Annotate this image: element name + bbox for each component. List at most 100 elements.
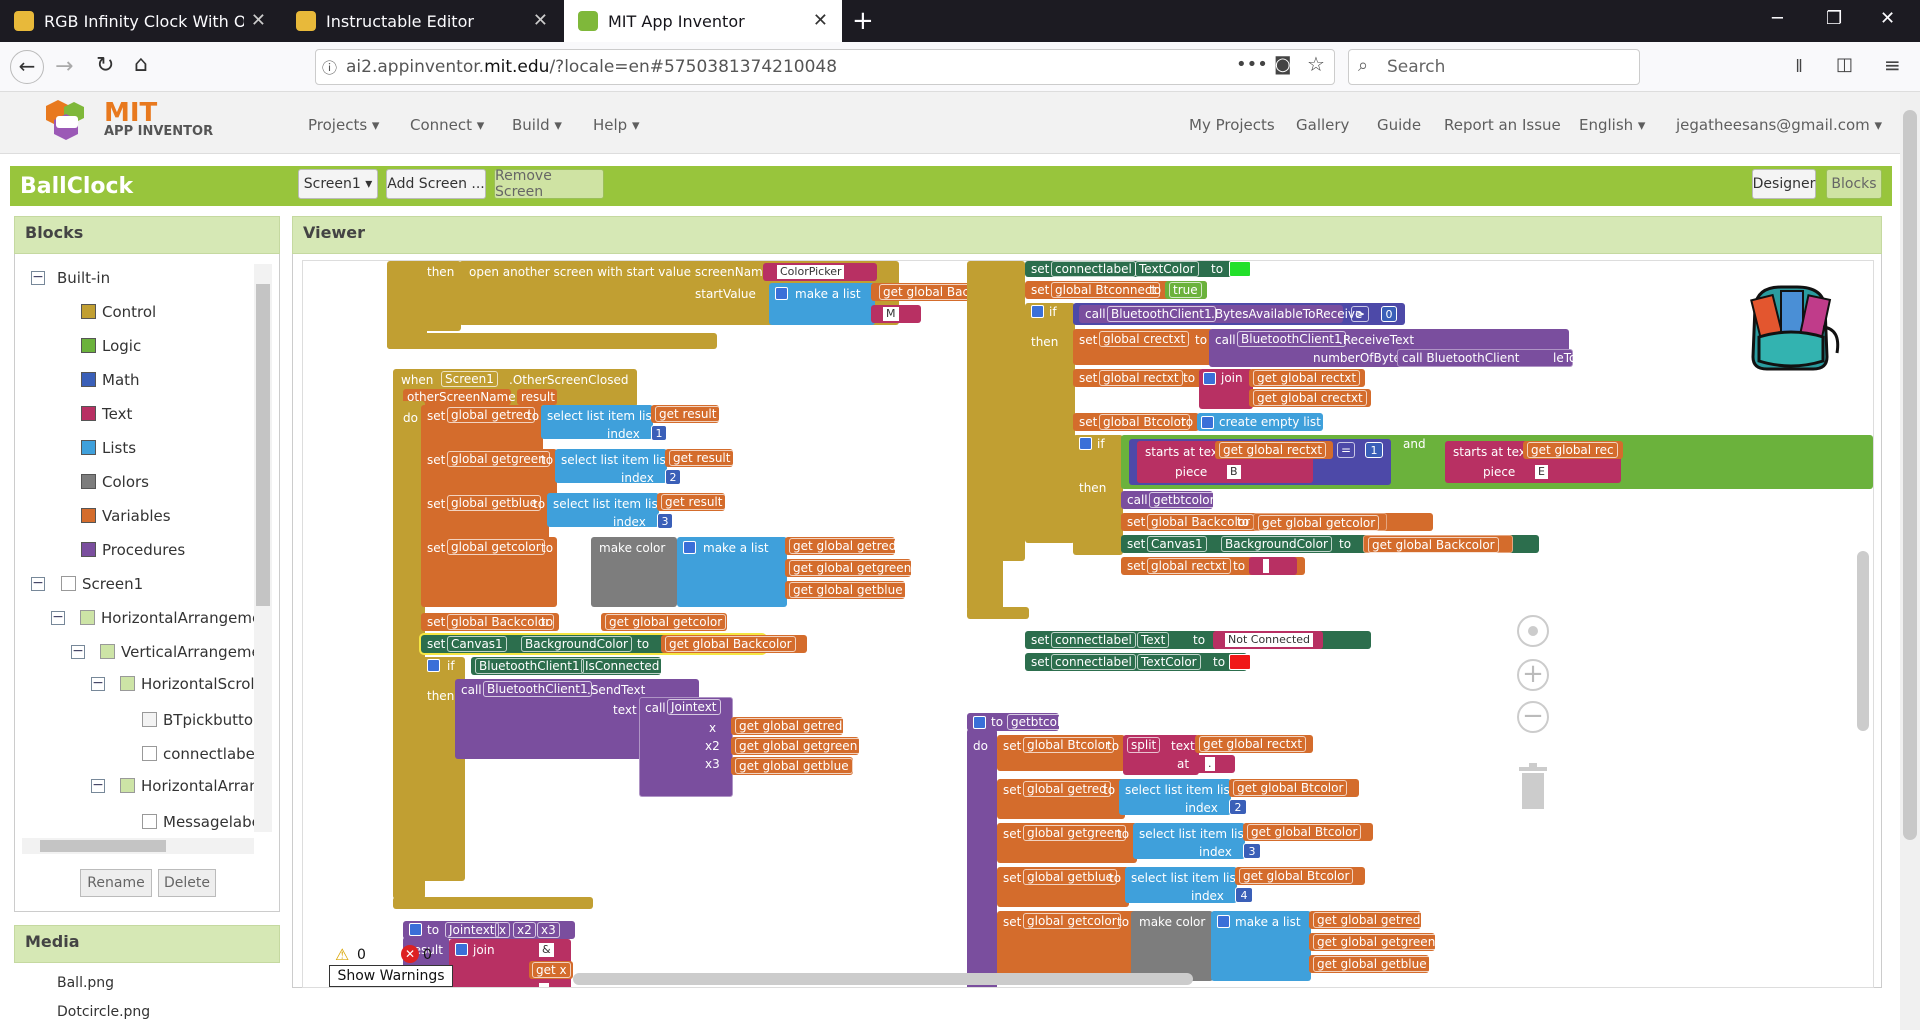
menu-account[interactable]: jegatheesans@gmail.com ▾ <box>1676 116 1882 134</box>
property-dropdown[interactable]: TextColor <box>1135 261 1199 277</box>
component-dropdown[interactable]: connectlabel <box>1051 261 1136 277</box>
variable-dropdown[interactable]: global getblue <box>447 495 542 511</box>
variable-dropdown[interactable]: global rectxt <box>1147 558 1231 574</box>
blocks-workspace[interactable]: then open another screen with start valu… <box>302 260 1874 988</box>
property-dropdown[interactable]: TextColor <box>1137 654 1201 670</box>
media-file[interactable]: Ball.png <box>57 975 114 991</box>
variable-dropdown[interactable]: get result <box>655 406 721 422</box>
variable-dropdown[interactable]: global Btconnect <box>1051 282 1161 298</box>
variable-dropdown[interactable]: get global getred <box>1313 912 1425 928</box>
get-global-block[interactable]: get global getblue <box>785 581 907 599</box>
tree-connectlabel[interactable]: connectlabel <box>142 745 259 763</box>
zoom-in-icon[interactable]: + <box>1517 659 1549 691</box>
tree-procedures[interactable]: Procedures <box>81 541 185 559</box>
zoom-out-icon[interactable]: − <box>1517 701 1549 733</box>
get-global-block[interactable]: get global getcolor <box>1253 513 1387 531</box>
reload-icon[interactable]: ↻ <box>96 53 114 78</box>
tree-horizontal-arrangement1[interactable]: HorizontalArrangement1 <box>80 609 255 627</box>
component-dropdown[interactable]: BluetoothClient1 <box>475 658 584 674</box>
string-block[interactable]: & <box>529 941 569 959</box>
tree-hscroll-thumb[interactable] <box>40 840 166 852</box>
tree-colors[interactable]: Colors <box>81 473 149 491</box>
tree-logic[interactable]: Logic <box>81 337 141 355</box>
string-block[interactable]: . <box>1195 755 1235 773</box>
get-global-block[interactable]: get global Btcolor <box>1229 779 1359 797</box>
number-block[interactable]: 3 <box>657 513 673 529</box>
mutator-gear-icon[interactable] <box>775 287 788 300</box>
get-global-block[interactable]: get global getred <box>785 537 901 555</box>
component-dropdown[interactable]: connectlabel <box>1051 632 1136 648</box>
new-tab-icon[interactable]: + <box>852 6 874 36</box>
variable-dropdown[interactable]: global getgreen <box>447 451 550 467</box>
show-warnings-button[interactable]: Show Warnings <box>329 965 453 987</box>
tree-scrollbar-thumb[interactable] <box>256 284 270 606</box>
home-icon[interactable]: ⌂ <box>134 52 148 77</box>
browser-tab-app-inventor[interactable]: MIT App Inventor ✕ <box>564 0 842 42</box>
variable-dropdown[interactable]: get global getred <box>735 718 847 734</box>
string-block[interactable]: . <box>529 981 565 987</box>
mutator-gear-icon[interactable] <box>427 659 440 672</box>
number-block[interactable]: 3 <box>1243 843 1261 859</box>
workspace-vscroll-thumb[interactable] <box>1857 551 1869 731</box>
delete-button[interactable]: Delete <box>158 869 216 897</box>
hamburger-menu-icon[interactable]: ≡ <box>1884 53 1901 77</box>
menu-my-projects[interactable]: My Projects <box>1189 116 1275 134</box>
mutator-gear-icon[interactable] <box>455 943 468 956</box>
get-global-block[interactable]: get global rectxt <box>1249 369 1365 387</box>
menu-projects[interactable]: Projects ▾ <box>308 116 379 134</box>
harr1-collapse-icon[interactable]: − <box>51 610 65 625</box>
procedure-body[interactable] <box>967 729 997 987</box>
variable-dropdown[interactable]: get global getgreen <box>1313 934 1440 950</box>
mutator-gear-icon[interactable] <box>409 923 422 936</box>
param-field[interactable]: x3 <box>537 922 560 938</box>
variable-dropdown[interactable]: get global getred <box>789 538 901 554</box>
get-param-block[interactable]: get result <box>651 405 721 423</box>
variable-dropdown[interactable]: global Btcolor <box>1023 737 1114 753</box>
component-dropdown[interactable]: Canvas1 <box>1147 536 1207 552</box>
browser-tab-instructable-editor[interactable]: Instructable Editor ✕ <box>282 0 562 42</box>
get-param-block[interactable]: get result <box>665 449 735 467</box>
string-block[interactable]: ColorPicker <box>763 263 877 281</box>
get-global-block[interactable]: get global Backcolor <box>661 635 807 653</box>
property-dropdown[interactable]: IsConnected <box>581 658 664 674</box>
pocket-icon[interactable]: ◙ <box>1274 54 1291 75</box>
mutator-gear-icon[interactable] <box>1203 372 1216 385</box>
number-block[interactable]: 1 <box>1365 442 1383 458</box>
component-dropdown[interactable]: Screen1 <box>441 371 498 387</box>
window-close-icon[interactable]: ✕ <box>1880 8 1895 29</box>
string-block[interactable]: E <box>1523 463 1567 481</box>
if-block[interactable] <box>1073 435 1123 555</box>
variable-dropdown[interactable]: get global Btcolor <box>1239 868 1354 884</box>
rename-button[interactable]: Rename <box>80 869 152 897</box>
variable-dropdown[interactable]: get global getcolor <box>1258 515 1380 531</box>
mutator-gear-icon[interactable] <box>973 716 986 729</box>
variable-dropdown[interactable]: get global Btcolor <box>1247 824 1362 840</box>
get-global-block[interactable]: get global Backcolor <box>1363 535 1513 553</box>
variable-dropdown[interactable]: get global getblue <box>1313 956 1431 972</box>
component-dropdown[interactable]: BluetoothClient1 <box>1107 306 1216 322</box>
get-global-block[interactable]: get global getgreen <box>785 559 916 577</box>
mutator-gear-icon[interactable] <box>1079 437 1092 450</box>
property-dropdown[interactable]: BackgroundColor <box>1221 536 1332 552</box>
variable-dropdown[interactable]: get global Backcolor <box>665 636 796 652</box>
designer-button[interactable]: Designer <box>1752 169 1816 199</box>
tree-messagelabel[interactable]: Messagelabel <box>142 813 255 831</box>
hscroll-collapse-icon[interactable]: − <box>91 676 105 691</box>
get-global-block[interactable]: get global rectxt <box>1215 441 1333 459</box>
get-global-block[interactable]: get global getred <box>731 717 847 735</box>
variable-dropdown[interactable]: get result <box>661 494 727 510</box>
menu-report-issue[interactable]: Report an Issue <box>1444 116 1561 134</box>
split-dropdown[interactable]: split <box>1127 737 1161 753</box>
variable-dropdown[interactable]: get x <box>532 962 571 978</box>
forward-icon[interactable]: → <box>55 54 73 79</box>
workspace-hscroll-thumb[interactable] <box>573 973 1193 985</box>
property-dropdown[interactable]: BackgroundColor <box>521 636 632 652</box>
mutator-gear-icon[interactable] <box>1217 915 1230 928</box>
variable-dropdown[interactable]: get global getblue <box>735 758 853 774</box>
variable-dropdown[interactable]: get global getcolor <box>605 614 727 630</box>
page-actions-icon[interactable]: ••• <box>1236 54 1268 75</box>
string-block[interactable]: M <box>871 305 921 323</box>
varr1-collapse-icon[interactable]: − <box>71 644 85 659</box>
variable-dropdown[interactable]: get global rectxt <box>1219 442 1327 458</box>
add-screen-button[interactable]: Add Screen ... <box>386 169 486 199</box>
